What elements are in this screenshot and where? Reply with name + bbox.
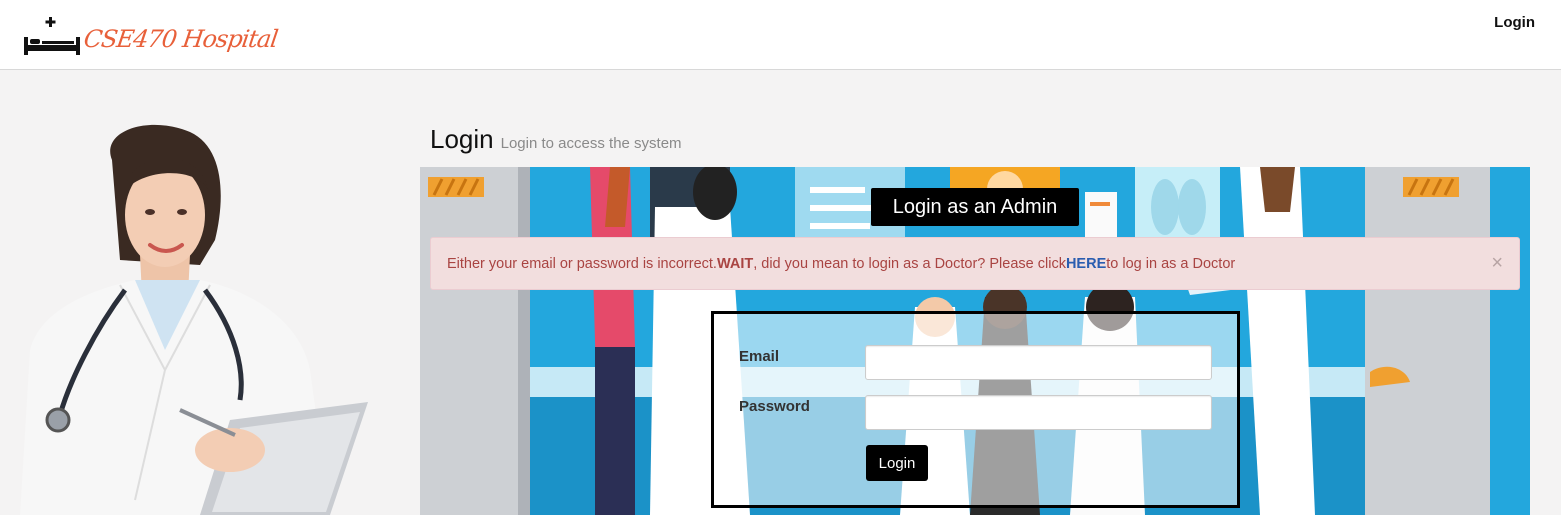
brand-logo[interactable]: CSE470 Hospital (22, 12, 280, 62)
page-title: Login (430, 124, 494, 154)
doctor-illustration (20, 124, 368, 515)
page-subtitle: Login to access the system (500, 135, 682, 152)
page-heading: Login Login to access the system (430, 124, 682, 155)
doctor-login-link[interactable]: HERE (1066, 256, 1106, 272)
login-button[interactable]: Login (866, 445, 928, 481)
alert-text-middle: , did you mean to login as a Doctor? Ple… (753, 255, 1066, 272)
top-navbar: CSE470 Hospital Login (0, 0, 1561, 70)
alert-text-after: to log in as a Doctor (1106, 255, 1236, 272)
hospital-bed-icon (24, 17, 80, 55)
brand-name: CSE470 Hospital (82, 25, 280, 53)
nav-login-link[interactable]: Login (1494, 14, 1535, 31)
login-error-alert: Either your email or password is incorre… (430, 237, 1520, 290)
password-field[interactable] (865, 395, 1212, 430)
email-label: Email (739, 348, 780, 365)
alert-strong-text: WAIT (716, 255, 754, 272)
close-icon[interactable]: × (1491, 253, 1503, 273)
password-label: Password (739, 398, 810, 415)
email-field[interactable] (865, 345, 1212, 380)
login-form: Email Password Login (711, 311, 1240, 508)
admin-login-label: Login as an Admin (871, 188, 1079, 226)
alert-text-before: Either your email or password is incorre… (447, 255, 717, 272)
